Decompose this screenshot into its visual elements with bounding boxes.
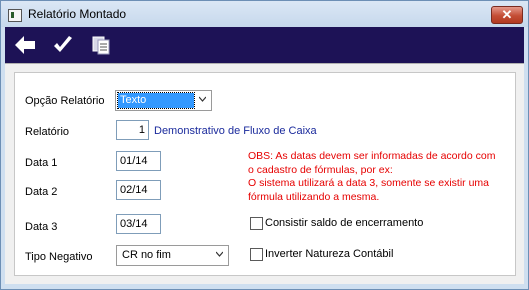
relatorio-number-input[interactable]: 1	[116, 120, 149, 140]
tipo-negativo-select[interactable]: CR no fim	[116, 245, 229, 266]
data2-input[interactable]: 02/14	[116, 180, 161, 200]
data3-label: Data 3	[25, 221, 58, 233]
tipo-negativo-value: CR no fim	[122, 249, 171, 261]
opcao-relatorio-select[interactable]: Texto	[115, 90, 212, 111]
app-icon	[8, 9, 22, 22]
report-window: Relatório Montado ✕ Opção Relatório Text…	[0, 0, 529, 290]
obs-note: OBS: As datas devem ser informadas de ac…	[248, 150, 495, 204]
data3-input[interactable]: 03/14	[116, 214, 161, 234]
opcao-relatorio-value: Texto	[117, 92, 195, 109]
data2-label: Data 2	[25, 186, 58, 198]
checkmark-icon[interactable]	[51, 33, 75, 57]
consistir-saldo-checkbox[interactable]	[250, 217, 263, 230]
content-area: Opção Relatório Texto Relatório 1 Demons…	[5, 63, 524, 284]
relatorio-label: Relatório	[25, 126, 70, 138]
title-bar[interactable]: Relatório Montado ✕	[1, 1, 528, 27]
tipo-negativo-label: Tipo Negativo	[25, 251, 93, 263]
window-title: Relatório Montado	[28, 7, 127, 21]
consistir-saldo-label[interactable]: Consistir saldo de encerramento	[265, 217, 423, 229]
obs-line: OBS: As datas devem ser informadas de ac…	[248, 150, 496, 162]
relatorio-name: Demonstrativo de Fluxo de Caixa	[154, 125, 317, 137]
arrow-left-icon[interactable]	[13, 33, 37, 57]
form-panel: Opção Relatório Texto Relatório 1 Demons…	[14, 72, 516, 276]
chevron-down-icon	[216, 251, 223, 257]
data1-input[interactable]: 01/14	[116, 151, 161, 171]
obs-line: o cadastro de fórmulas, por ex:	[248, 163, 393, 176]
obs-line: fórmula utilizando a mesma.	[248, 190, 380, 203]
data1-label: Data 1	[25, 157, 58, 169]
obs-line: O sistema utilizará a data 3, somente se…	[248, 177, 490, 189]
inverter-natureza-checkbox[interactable]	[250, 248, 263, 261]
toolbar	[5, 27, 524, 63]
copy-pages-icon[interactable]	[90, 33, 114, 57]
close-button[interactable]: ✕	[491, 6, 523, 24]
chevron-down-icon	[199, 96, 206, 102]
inverter-natureza-label[interactable]: Inverter Natureza Contábil	[265, 248, 393, 260]
opcao-relatorio-label: Opção Relatório	[25, 95, 105, 107]
